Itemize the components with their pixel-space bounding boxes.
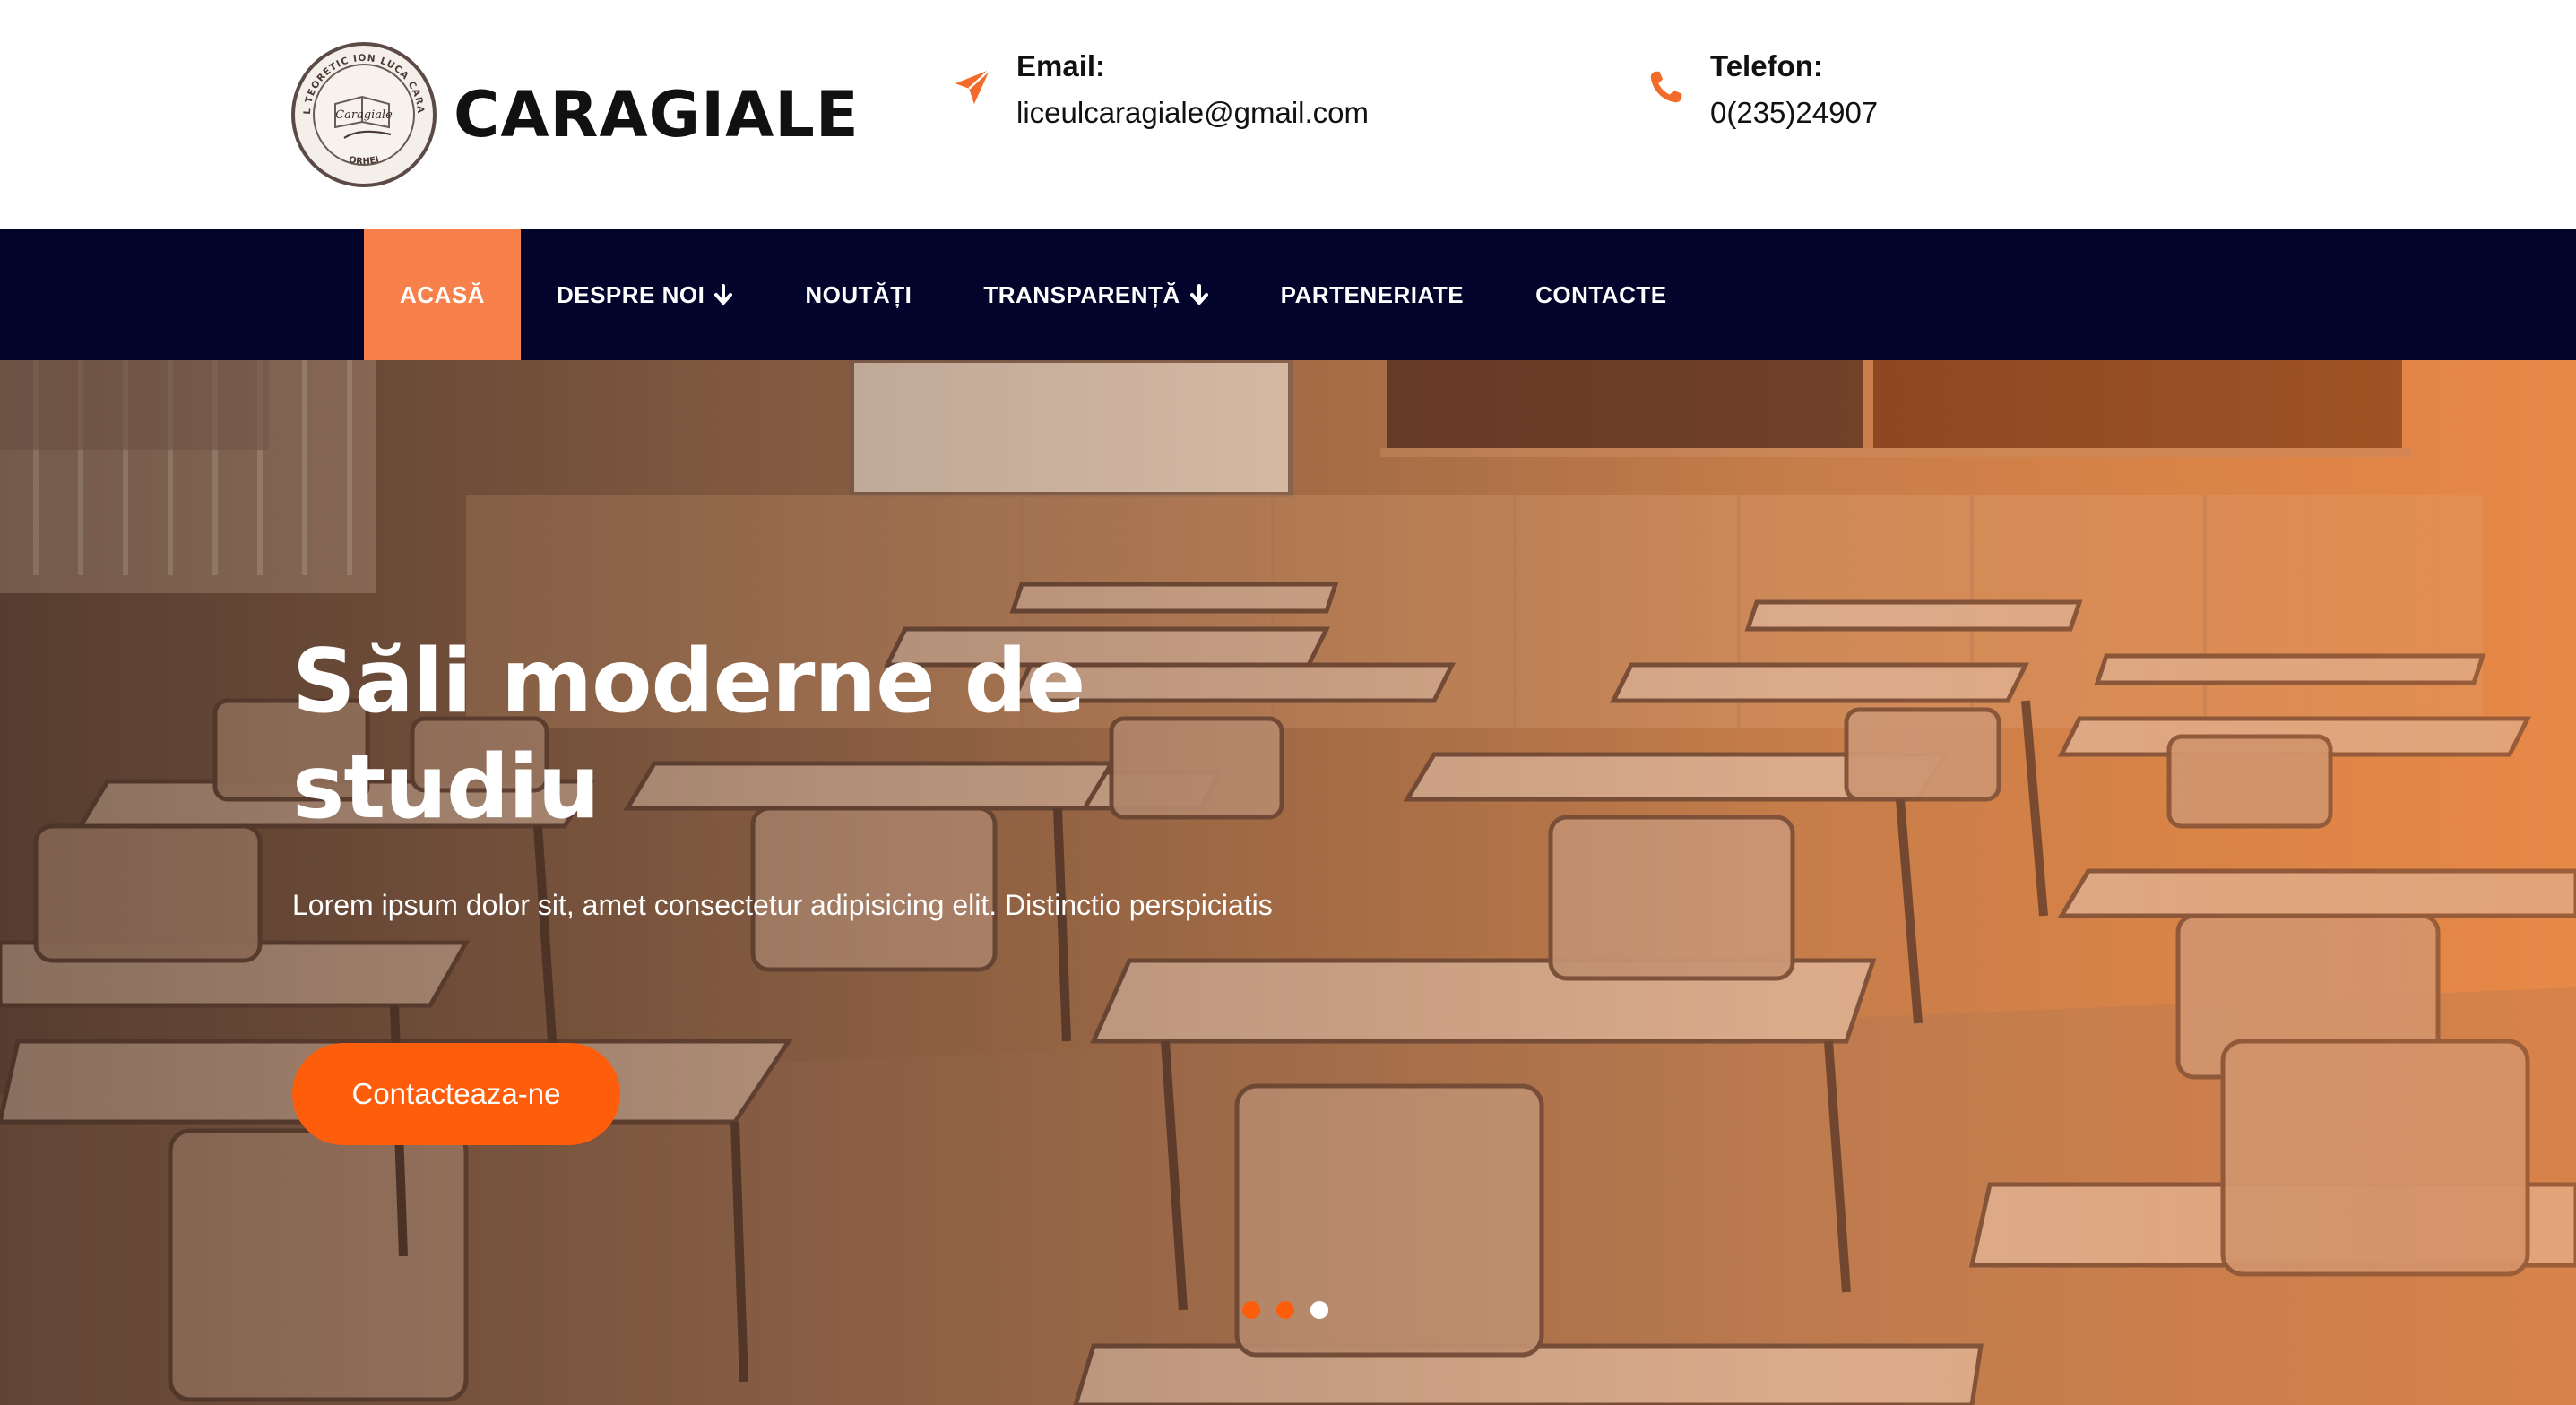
email-label: Email: — [1016, 49, 1106, 82]
phone-contact: Telefon: 0(235)24907 — [1646, 47, 1878, 138]
paper-plane-icon — [955, 68, 990, 105]
brand-logo-link[interactable]: LICEUL TEORETIC ION LUCA CARAGIALE ORHEI… — [290, 39, 860, 190]
nav-item-label: TRANSPARENȚĂ — [983, 280, 1180, 308]
top-header: LICEUL TEORETIC ION LUCA CARAGIALE ORHEI… — [0, 0, 2576, 229]
slider-dot[interactable] — [1242, 1301, 1260, 1319]
nav-item-label: ACASĂ — [400, 280, 485, 308]
hero-title: Săli moderne de studiu — [292, 631, 1085, 839]
phone-label: Telefon: — [1710, 49, 1823, 82]
slider-dot-active[interactable] — [1310, 1301, 1328, 1319]
brand-name: CARAGIALE — [454, 78, 860, 151]
phone-link[interactable]: 0(235)24907 — [1710, 88, 1878, 138]
slider-dot[interactable] — [1276, 1301, 1294, 1319]
nav-item-parteneriate[interactable]: PARTENERIATE — [1245, 229, 1500, 360]
nav-item-acasa[interactable]: ACASĂ — [364, 229, 521, 360]
hero-slider: Săli moderne de studiu Lorem ipsum dolor… — [0, 360, 2576, 1405]
arrow-down-icon — [1189, 284, 1208, 305]
hero-description: Lorem ipsum dolor sit, amet consectetur … — [292, 889, 1273, 921]
email-contact: Email: liceulcaragiale@gmail.com — [952, 47, 1369, 138]
contact-us-button[interactable]: Contacteaza-ne — [292, 1043, 620, 1145]
slider-pagination — [1242, 1301, 1328, 1319]
nav-item-label: PARTENERIATE — [1280, 280, 1465, 308]
main-navigation: ACASĂ DESPRE NOI NOUTĂȚI TRANSPARENȚĂ PA… — [0, 229, 2576, 360]
email-link[interactable]: liceulcaragiale@gmail.com — [1016, 88, 1369, 138]
nav-item-contacte[interactable]: CONTACTE — [1500, 229, 1703, 360]
nav-item-label: CONTACTE — [1535, 280, 1667, 308]
nav-item-transparenta[interactable]: TRANSPARENȚĂ — [947, 229, 1244, 360]
nav-item-label: NOUTĂȚI — [805, 280, 912, 308]
phone-icon — [1650, 71, 1682, 103]
nav-item-noutati[interactable]: NOUTĂȚI — [769, 229, 947, 360]
nav-item-despre-noi[interactable]: DESPRE NOI — [521, 229, 769, 360]
svg-text:Caragiale: Caragiale — [335, 108, 393, 122]
school-seal-icon: LICEUL TEORETIC ION LUCA CARAGIALE ORHEI… — [290, 41, 437, 187]
arrow-down-icon — [714, 284, 733, 305]
nav-item-label: DESPRE NOI — [556, 280, 705, 308]
